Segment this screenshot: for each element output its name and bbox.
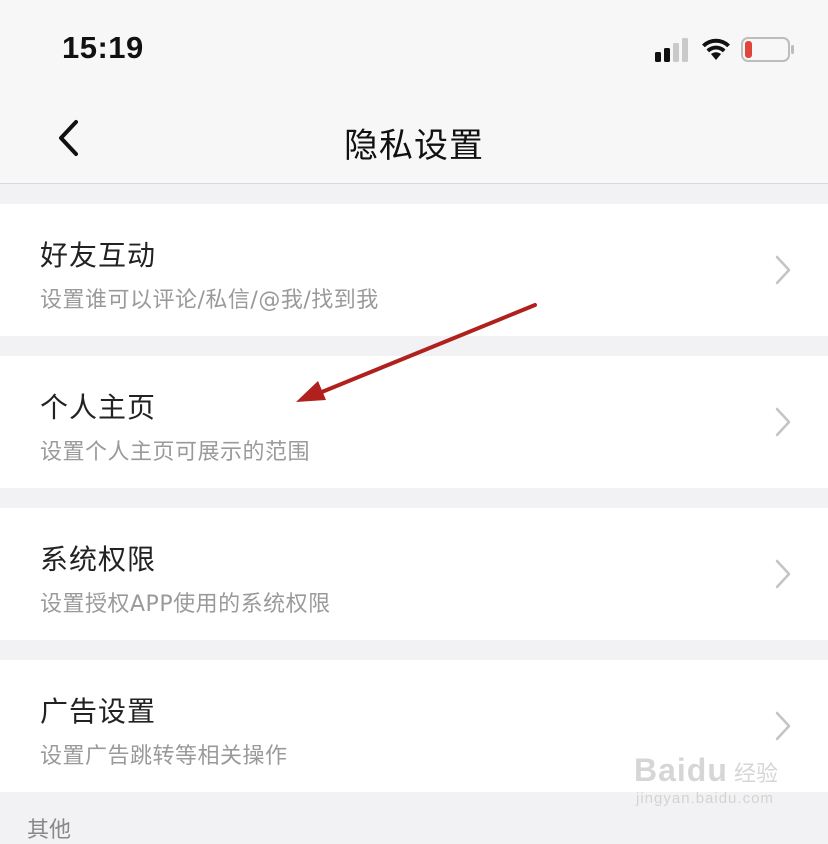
item-title: 系统权限	[40, 543, 157, 576]
item-description: 设置广告跳转等相关操作	[40, 744, 288, 769]
cellular-signal-icon	[655, 38, 688, 62]
status-time: 15:19	[62, 30, 144, 65]
status-bar: 15:19	[0, 0, 828, 96]
item-description: 设置谁可以评论/私信/@我/找到我	[40, 288, 379, 313]
page-title: 隐私设置	[344, 126, 484, 166]
item-description: 设置个人主页可展示的范围	[40, 440, 311, 465]
chevron-right-icon	[775, 559, 791, 589]
item-title: 广告设置	[40, 695, 157, 728]
wifi-icon	[702, 38, 730, 60]
chevron-right-icon	[775, 711, 791, 741]
item-title: 好友互动	[40, 239, 157, 272]
section-label-other: 其他	[27, 818, 72, 843]
settings-item-friend-interaction[interactable]: 好友互动 设置谁可以评论/私信/@我/找到我	[0, 204, 828, 336]
watermark-url: jingyan.baidu.com	[636, 790, 774, 807]
chevron-right-icon	[775, 407, 791, 437]
battery-icon	[741, 37, 794, 62]
item-description: 设置授权APP使用的系统权限	[40, 592, 331, 617]
settings-item-system-permissions[interactable]: 系统权限 设置授权APP使用的系统权限	[0, 508, 828, 640]
settings-item-personal-homepage[interactable]: 个人主页 设置个人主页可展示的范围	[0, 356, 828, 488]
item-title: 个人主页	[40, 391, 157, 424]
chevron-right-icon	[775, 255, 791, 285]
settings-item-ad-settings[interactable]: 广告设置 设置广告跳转等相关操作	[0, 660, 828, 792]
nav-bar: 隐私设置	[0, 96, 828, 184]
